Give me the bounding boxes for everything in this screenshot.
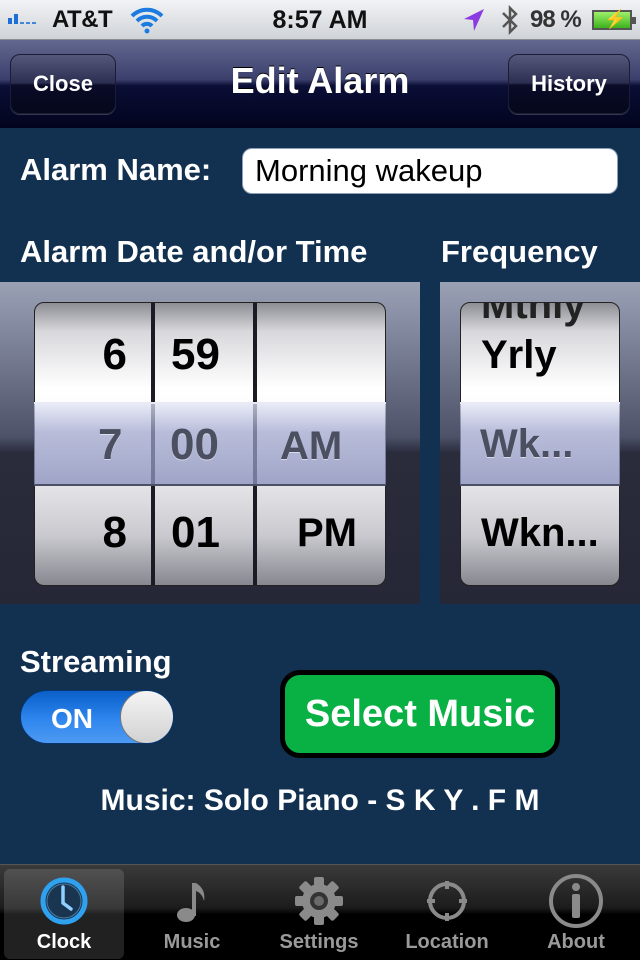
battery-charging-icon: ⚡ xyxy=(592,9,636,30)
tab-label: Music xyxy=(163,931,221,953)
ampm-above[interactable] xyxy=(257,311,385,399)
tab-about[interactable]: About xyxy=(516,869,636,959)
minute-above[interactable]: 59 xyxy=(155,311,253,399)
frequency-wheel[interactable]: Mthly Yrly Wkn... xyxy=(461,303,619,585)
selected-music-text: Music: Solo Piano - S K Y . F M xyxy=(100,784,540,817)
tab-bar: Clock Music Settings Location About xyxy=(0,864,640,960)
clock-icon xyxy=(36,873,92,929)
hour-wheel[interactable]: 6 8 xyxy=(35,303,151,585)
tab-label: Clock xyxy=(36,931,92,953)
frequency-below[interactable]: Wkn... xyxy=(461,489,619,577)
hour-below[interactable]: 8 xyxy=(35,489,151,577)
streaming-toggle[interactable]: ON xyxy=(20,690,174,744)
time-picker-frame: 6 8 59 01 PM xyxy=(34,302,386,586)
select-music-button[interactable]: Select Music xyxy=(280,670,560,758)
time-picker[interactable]: 6 8 59 01 PM 7 00 AM xyxy=(0,282,420,604)
alarm-name-label: Alarm Name: xyxy=(20,152,212,187)
gear-icon xyxy=(291,873,347,929)
bluetooth-icon xyxy=(500,4,520,41)
crosshair-icon xyxy=(419,873,475,929)
frequency-above[interactable]: Yrly xyxy=(461,311,619,399)
tab-location[interactable]: Location xyxy=(387,869,507,959)
toggle-knob[interactable] xyxy=(120,691,173,743)
hour-above[interactable]: 6 xyxy=(35,311,151,399)
navigation-bar: Close Edit Alarm History xyxy=(0,40,640,128)
ampm-below[interactable]: PM xyxy=(257,489,385,577)
frequency-picker[interactable]: Mthly Yrly Wkn... Wk... xyxy=(440,282,640,604)
alarm-time-label: Alarm Date and/or Time xyxy=(20,234,368,269)
location-arrow-icon xyxy=(460,7,486,38)
tab-label: Settings xyxy=(279,931,359,953)
ampm-wheel[interactable]: PM xyxy=(257,303,385,585)
tab-label: Location xyxy=(405,931,489,953)
music-note-icon xyxy=(164,873,220,929)
tab-clock[interactable]: Clock xyxy=(4,869,124,959)
minute-below[interactable]: 01 xyxy=(155,489,253,577)
minute-wheel[interactable]: 59 01 xyxy=(155,303,253,585)
status-bar: AT&T 8:57 AM 98 % ⚡ xyxy=(0,0,640,40)
streaming-label: Streaming xyxy=(20,644,172,679)
tab-label: About xyxy=(547,931,605,953)
history-button[interactable]: History xyxy=(508,54,630,114)
info-icon xyxy=(548,873,604,929)
battery-percent: 98 % xyxy=(530,6,582,33)
frequency-picker-frame: Mthly Yrly Wkn... xyxy=(460,302,620,586)
toggle-state-label: ON xyxy=(51,703,93,734)
tab-settings[interactable]: Settings xyxy=(259,869,379,959)
tab-music[interactable]: Music xyxy=(132,869,252,959)
edit-alarm-form: Alarm Name: Alarm Date and/or Time Frequ… xyxy=(0,128,640,864)
alarm-name-input[interactable] xyxy=(242,148,618,194)
frequency-label: Frequency xyxy=(441,234,598,269)
